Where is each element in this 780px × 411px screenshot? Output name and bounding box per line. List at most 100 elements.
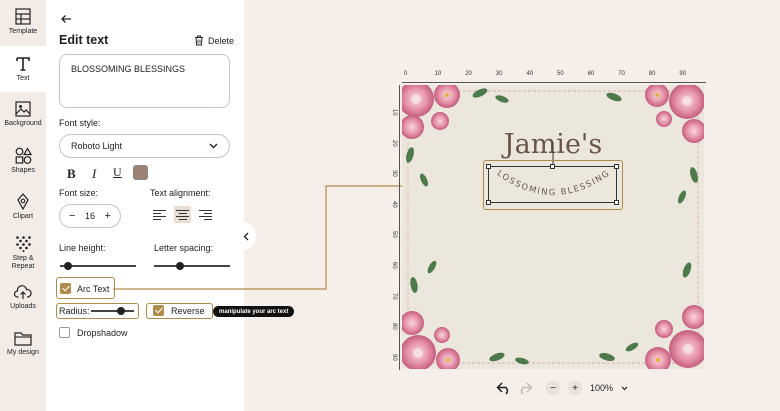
- rail-label-clipart: Clipart: [12, 213, 34, 220]
- underline-button[interactable]: U: [113, 165, 122, 180]
- reverse-checkbox[interactable]: [153, 305, 164, 316]
- my-design-icon: [14, 332, 32, 346]
- panel-title: Edit text: [59, 33, 109, 47]
- dropshadow-label: Dropshadow: [77, 328, 128, 338]
- rail-item-shapes[interactable]: Shapes: [0, 138, 46, 184]
- tool-rail: Template Text Background Shapes Clipart …: [0, 0, 46, 411]
- ruler-left: 10 20 30 40 50 60 70 80 90: [388, 85, 400, 370]
- zoom-controls: − + 100%: [546, 381, 628, 395]
- letter-spacing-slider-thumb[interactable]: [175, 262, 184, 270]
- shapes-icon: [15, 147, 32, 164]
- rail-label-template: Template: [8, 28, 38, 35]
- chevron-left-icon: [243, 232, 249, 240]
- ruler-top-tick-label: 0: [404, 71, 408, 77]
- uploads-icon: [14, 285, 32, 299]
- font-size-increase-button[interactable]: +: [105, 210, 111, 222]
- ruler-top-tick-label: 90: [679, 71, 687, 77]
- align-center-button[interactable]: [174, 206, 191, 223]
- rail-item-background[interactable]: Background: [0, 92, 46, 138]
- rail-item-text[interactable]: Text: [0, 46, 46, 92]
- rail-item-my-design[interactable]: My design: [0, 322, 46, 368]
- rail-item-uploads[interactable]: Uploads: [0, 276, 46, 322]
- letter-spacing-label: Letter spacing:: [154, 243, 214, 253]
- edit-text-panel: Edit text Delete BLOSSOMING BLESSINGS Fo…: [46, 0, 295, 411]
- ruler-left-tick-label: 10: [391, 109, 397, 116]
- template-icon: [15, 8, 31, 25]
- font-size-decrease-button[interactable]: −: [69, 210, 75, 222]
- font-style-value: Roboto Light: [71, 141, 123, 151]
- ruler-left-tick-label: 70: [391, 292, 397, 300]
- ruler-left-tick-label: 80: [391, 323, 397, 330]
- rail-label-my-design: My design: [7, 349, 39, 356]
- ruler-left-tick-label: 50: [391, 231, 397, 239]
- background-icon: [15, 101, 31, 117]
- design-canvas[interactable]: Jamie's BLOSSOMING BLESSINGS: [402, 85, 704, 369]
- arc-text-selection[interactable]: BLOSSOMING BLESSINGS: [486, 164, 619, 205]
- font-style-select[interactable]: Roboto Light: [59, 134, 230, 158]
- rail-label-shapes: Shapes: [11, 167, 35, 174]
- rail-label-background: Background: [4, 120, 42, 127]
- reverse-label: Reverse: [171, 306, 205, 316]
- ruler-top-tick-label: 20: [465, 71, 472, 77]
- zoom-level[interactable]: 100%: [590, 383, 613, 393]
- trash-icon: [195, 35, 203, 46]
- zoom-in-button[interactable]: +: [568, 381, 582, 395]
- font-size-value[interactable]: 16: [85, 211, 95, 221]
- floral-frame-graphic: [402, 85, 704, 369]
- align-left-button[interactable]: [151, 206, 168, 223]
- text-icon: [16, 57, 30, 71]
- ruler-left-tick-label: 30: [391, 170, 397, 177]
- line-height-slider-thumb[interactable]: [64, 262, 73, 270]
- arc-text-label: Arc Text: [77, 284, 110, 294]
- delete-label: Delete: [208, 35, 235, 46]
- rail-item-clipart[interactable]: Clipart: [0, 184, 46, 230]
- back-arrow-icon[interactable]: [59, 12, 73, 26]
- ruler-top-tick-label: 40: [526, 71, 534, 77]
- arc-text-graphic: BLOSSOMING BLESSINGS: [489, 167, 612, 197]
- bold-button[interactable]: B: [67, 166, 76, 182]
- line-height-slider[interactable]: [60, 260, 136, 272]
- zoom-out-button[interactable]: −: [546, 381, 560, 395]
- clipart-icon: [17, 193, 29, 210]
- line-height-label: Line height:: [59, 243, 106, 253]
- undo-icon[interactable]: [496, 381, 512, 395]
- ruler-top-tick-label: 10: [434, 71, 442, 77]
- ruler-top-tick-label: 70: [618, 71, 625, 77]
- letter-spacing-slider[interactable]: [154, 260, 230, 272]
- radius-label: Radius:: [59, 306, 90, 316]
- ruler-top-tick-label: 60: [587, 71, 595, 77]
- font-size-stepper: − 16 +: [59, 204, 121, 228]
- font-style-label: Font style:: [59, 118, 101, 128]
- step-repeat-icon: [15, 236, 31, 252]
- ruler-left-tick-label: 40: [391, 200, 397, 208]
- radius-slider-thumb[interactable]: [117, 307, 126, 315]
- collapse-panel-button[interactable]: [236, 221, 256, 251]
- arc-text-checkbox[interactable]: [60, 283, 71, 294]
- ruler-top-tick-label: 80: [648, 71, 656, 77]
- delete-button[interactable]: Delete: [194, 35, 234, 46]
- text-alignment-label: Text alignment:: [150, 188, 211, 198]
- rail-label-text: Text: [16, 75, 30, 82]
- radius-slider[interactable]: [91, 305, 134, 317]
- ruler-left-tick-label: 20: [391, 139, 397, 147]
- align-right-button[interactable]: [197, 206, 214, 223]
- font-size-label: Font size:: [59, 188, 99, 198]
- arc-text: BLOSSOMING BLESSINGS: [489, 167, 610, 197]
- ruler-top-tick-label: 50: [557, 71, 564, 77]
- chevron-down-icon[interactable]: [621, 386, 628, 391]
- ruler-top: 0 10 20 30 40 50 60 70 80 90: [402, 71, 706, 83]
- dropshadow-checkbox[interactable]: [59, 327, 70, 338]
- svg-text:BLOSSOMING BLESSINGS: BLOSSOMING BLESSINGS: [489, 167, 612, 197]
- ruler-left-tick-label: 90: [391, 353, 397, 361]
- rail-label-uploads: Uploads: [10, 303, 36, 310]
- italic-button[interactable]: I: [92, 166, 96, 182]
- text-color-swatch[interactable]: [133, 165, 148, 180]
- ruler-top-tick-label: 30: [495, 71, 503, 77]
- rail-item-step-repeat[interactable]: Step & Repeat: [0, 230, 46, 276]
- chevron-down-icon: [209, 143, 218, 149]
- ruler-left-tick-label: 60: [391, 262, 397, 269]
- redo-icon[interactable]: [517, 381, 533, 395]
- text-content-input[interactable]: BLOSSOMING BLESSINGS: [59, 54, 230, 108]
- arc-text-tooltip: manipulate your arc text: [213, 306, 295, 317]
- rail-item-template[interactable]: Template: [0, 0, 46, 46]
